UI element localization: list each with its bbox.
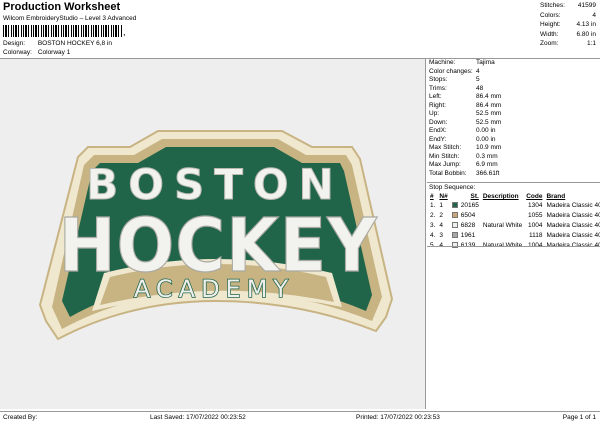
color-description (481, 211, 524, 221)
table-header-row: # N# St. Description Code Brand (430, 193, 566, 200)
info-row: Up: 52.5 mm (429, 110, 502, 117)
row-number: 4. (430, 232, 436, 239)
info-row: EndY: 0.00 in (429, 135, 496, 143)
stop-sequence-table: # N# St. Description Code Brand 1. 1 20165… (428, 193, 600, 251)
thread-brand: Madeira Classic 40 (546, 212, 600, 219)
table-row: 3. 4 6828 Natural White 1004 Madeira Classic … (428, 221, 600, 231)
info-row: Max Jump: 6.9 mm (429, 161, 498, 168)
embroidery-design: BOSTON HOCKEY ACADEMY (38, 130, 394, 341)
stats-panel: Stitches: 41599 Colors: 4 Height: 4.13 in W… (540, 1, 596, 49)
stat-row: Zoom: 1:1 (540, 40, 596, 47)
color-description (481, 231, 524, 241)
info-row: Min Stitch: 0.3 mm (429, 152, 498, 160)
row-number: 2. (430, 212, 436, 219)
color-swatch (451, 202, 458, 209)
last-saved: Last Saved: 17/07/2022 00:23:52 (150, 414, 246, 421)
color-code: 6828 (460, 222, 476, 229)
color-code: 20165 (460, 202, 479, 209)
thread-code: 1118 (528, 232, 543, 239)
stat-row: Width: 6.80 in (540, 30, 596, 38)
color-description (481, 201, 524, 211)
design-label: Design: (3, 40, 26, 47)
machine-info: Machine: Tajima Color changes: 4 Stops: 5 T… (429, 59, 600, 178)
created-by: Created By: (3, 414, 38, 421)
info-row: Stops: 5 (429, 76, 480, 83)
stat-row: Stitches: 41599 (540, 2, 596, 9)
table-row: 4. 3 1961 1118 Madeira Classic 40 (428, 231, 600, 241)
needle-number: 4 (439, 222, 444, 229)
design-preview: BOSTON HOCKEY ACADEMY (0, 59, 426, 409)
barcode (3, 25, 123, 37)
page-title: Production Worksheet (3, 1, 121, 13)
needle-number: 1 (439, 202, 444, 209)
color-code: 1961 (460, 232, 476, 239)
stop-sequence-title: Stop Sequence: (429, 184, 476, 191)
printed-date: Printed: 17/07/2022 00:23:53 (356, 414, 440, 421)
row-number: 3. (430, 222, 436, 229)
colorway-line: Colorway: Colorway 1 (3, 49, 70, 56)
design-line: Design: BOSTON HOCKEY 6,8 in (3, 40, 112, 47)
design-value: BOSTON HOCKEY 6,8 in (37, 40, 112, 47)
color-code: 6504 (460, 212, 476, 219)
stat-row: Colors: 4 (540, 11, 596, 19)
worksheet-footer: Created By: Last Saved: 17/07/2022 00:23… (0, 411, 600, 424)
thread-brand: Madeira Classic 40 (546, 222, 600, 229)
needle-number: 2 (439, 212, 444, 219)
colorway-label: Colorway: (3, 49, 32, 56)
color-swatch (451, 212, 458, 219)
stat-row: Height: 4.13 in (540, 21, 596, 28)
info-row: Left: 86.4 mm (429, 93, 502, 100)
thread-code: 1304 (527, 202, 543, 209)
info-row: Max Stitch: 10.9 mm (429, 144, 502, 151)
color-description: Natural White (482, 222, 523, 229)
color-swatch (451, 222, 458, 229)
page-number: Page 1 of 1 (562, 414, 596, 421)
info-row: Trims: 48 (429, 84, 484, 92)
color-swatch (451, 232, 458, 239)
colorway-value: Colorway 1 (37, 49, 71, 56)
thread-brand: Madeira Classic 40 (546, 232, 600, 239)
worksheet-header: Production Worksheet Wilcom EmbroiderySt… (0, 0, 600, 58)
thread-brand: Madeira Classic 40 (546, 202, 600, 209)
info-row: Right: 86.4 mm (429, 101, 502, 109)
needle-number: 3 (439, 232, 444, 239)
table-row: 2. 2 6504 1055 Madeira Classic 40 (428, 211, 600, 221)
info-row: Color changes: 4 (429, 67, 480, 75)
row-number: 1. (430, 202, 436, 209)
info-row: Down: 52.5 mm (429, 118, 502, 126)
design-line3: ACADEMY (134, 275, 294, 303)
thread-code: 1055 (527, 212, 543, 219)
thread-code: 1004 (527, 222, 543, 229)
info-row: EndX: 0.00 in (429, 127, 496, 134)
software-name: Wilcom EmbroideryStudio – Level 3 Advanc… (3, 15, 137, 22)
table-row: 1. 1 20165 1304 Madeira Classic 40 (428, 201, 600, 211)
table-bottom-divider (427, 246, 600, 247)
barcode-mark: , (123, 27, 126, 37)
info-row: Machine: Tajima (429, 59, 495, 66)
info-row: Total Bobbin: 366.61ft (429, 169, 500, 177)
sequence-divider (427, 182, 600, 183)
